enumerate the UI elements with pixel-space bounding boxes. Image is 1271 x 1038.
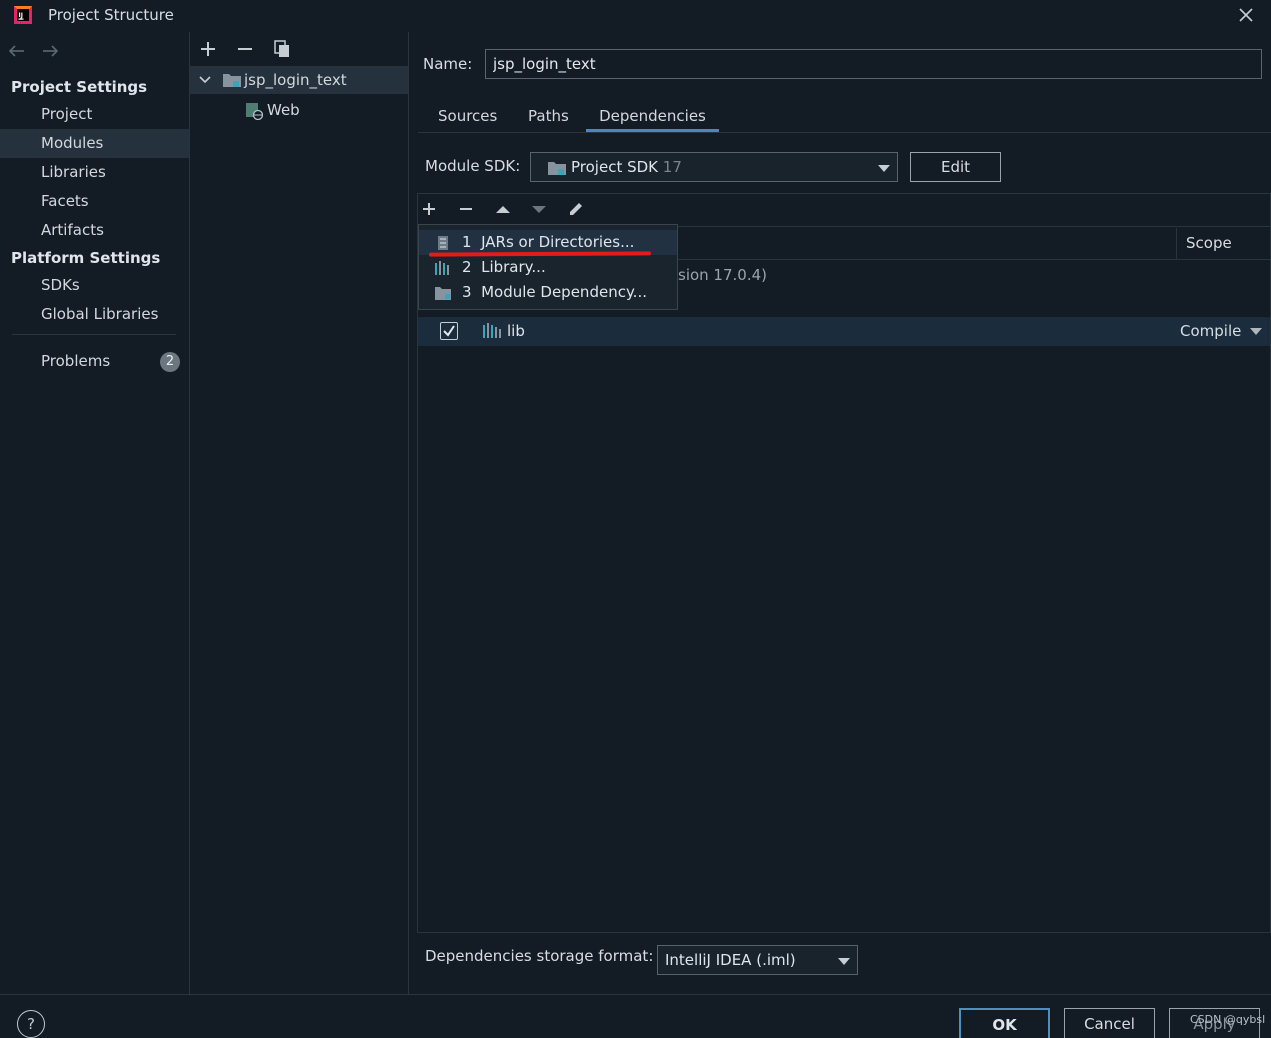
sidebar-item-global-libraries[interactable]: Global Libraries <box>0 300 189 329</box>
window-title: Project Structure <box>48 6 174 24</box>
chevron-down-icon[interactable] <box>199 75 211 85</box>
sidebar-item-modules[interactable]: Modules <box>0 129 189 158</box>
sidebar-item-artifacts[interactable]: Artifacts <box>0 216 189 245</box>
watermark: CSDN @qybsl <box>1190 1013 1266 1026</box>
edit-pencil-icon[interactable] <box>565 198 587 220</box>
chevron-down-icon <box>878 165 890 172</box>
tab-paths[interactable]: Paths <box>528 100 569 132</box>
help-button[interactable]: ? <box>17 1010 45 1038</box>
platform-settings-heading: Platform Settings <box>11 249 161 267</box>
edit-sdk-button[interactable]: Edit <box>910 152 1001 182</box>
back-arrow-icon[interactable] <box>6 40 28 62</box>
move-down-icon[interactable] <box>528 198 550 220</box>
sidebar-divider <box>189 32 190 994</box>
dependencies-toolbar <box>418 198 597 220</box>
add-icon[interactable] <box>197 38 219 60</box>
scope-chevron-down-icon[interactable] <box>1250 328 1262 335</box>
sidebar-item-problems[interactable]: Problems 2 <box>0 347 189 376</box>
svg-text:IJ: IJ <box>19 12 23 19</box>
library-icon <box>483 323 501 338</box>
dependency-scope-select[interactable]: Compile <box>1180 322 1241 340</box>
jar-icon <box>438 236 448 250</box>
remove-icon[interactable] <box>234 38 256 60</box>
sidebar-item-project[interactable]: Project <box>0 100 189 129</box>
module-sdk-label: Module SDK: <box>425 157 521 175</box>
sdk-dependency-row-text: sion 17.0.4) <box>678 266 767 284</box>
intellij-logo-icon: IJ <box>14 6 32 24</box>
remove-dependency-icon[interactable] <box>455 198 477 220</box>
footer-divider <box>0 994 1271 995</box>
popup-item-module-num: 3 <box>462 283 472 301</box>
copy-icon[interactable] <box>271 38 293 60</box>
problems-count-badge: 2 <box>160 352 180 372</box>
project-settings-heading: Project Settings <box>11 78 148 96</box>
storage-format-select[interactable]: IntelliJ IDEA (.iml) <box>657 945 858 975</box>
dependency-export-checkbox[interactable] <box>440 322 458 340</box>
sdk-name: Project SDK <box>571 158 658 176</box>
library-icon <box>435 261 449 275</box>
popup-item-jars-label: JARs or Directories... <box>481 233 635 251</box>
module-name-input[interactable] <box>485 49 1262 79</box>
tab-sources[interactable]: Sources <box>438 100 497 132</box>
tree-item-web[interactable]: Web <box>190 96 408 124</box>
popup-item-jars-num: 1 <box>462 233 472 251</box>
cancel-button[interactable]: Cancel <box>1064 1008 1155 1038</box>
checkmark-icon <box>443 325 455 337</box>
storage-format-value: IntelliJ IDEA (.iml) <box>665 951 796 969</box>
problems-label: Problems <box>41 352 111 370</box>
tree-item-module-label: jsp_login_text <box>244 71 347 89</box>
module-sdk-value: Project SDK 17 <box>571 158 682 176</box>
close-icon[interactable] <box>1237 6 1255 24</box>
popup-item-library-num: 2 <box>462 258 472 276</box>
popup-item-module-label: Module Dependency... <box>481 283 647 301</box>
title-bar: IJ Project Structure <box>0 0 1271 32</box>
add-dependency-popup: 1 JARs or Directories... 2 Library... 3 … <box>418 224 678 310</box>
dependency-row-lib[interactable] <box>418 317 1270 346</box>
move-up-icon[interactable] <box>492 198 514 220</box>
sidebar-separator <box>12 334 176 335</box>
name-label: Name: <box>423 55 473 73</box>
scope-column-separator <box>1176 228 1177 259</box>
tab-dependencies[interactable]: Dependencies <box>586 100 719 132</box>
popup-item-library-label: Library... <box>481 258 546 276</box>
module-sdk-select[interactable]: Project SDK 17 <box>530 152 898 182</box>
tabs-underline <box>418 132 1271 133</box>
scope-column-header: Scope <box>1186 234 1232 252</box>
popup-item-module-dependency[interactable]: 3 Module Dependency... <box>419 280 677 305</box>
add-dependency-icon[interactable] <box>418 198 440 220</box>
sdk-version: 17 <box>662 158 682 176</box>
tree-divider <box>408 32 409 994</box>
dependency-name: lib <box>507 322 525 340</box>
module-folder-icon <box>223 74 241 87</box>
module-folder-icon <box>435 287 451 300</box>
module-tree-toolbar <box>197 38 303 60</box>
popup-item-library[interactable]: 2 Library... <box>419 255 677 280</box>
tree-item-web-label: Web <box>267 101 300 119</box>
forward-arrow-icon[interactable] <box>39 40 61 62</box>
sidebar-item-libraries[interactable]: Libraries <box>0 158 189 187</box>
settings-sidebar: Project Settings Project Modules Librari… <box>0 74 189 329</box>
chevron-down-icon <box>838 958 850 965</box>
sidebar-item-facets[interactable]: Facets <box>0 187 189 216</box>
history-nav <box>6 40 67 62</box>
web-facet-icon <box>246 103 263 120</box>
sdk-folder-icon <box>548 162 566 175</box>
storage-format-label: Dependencies storage format: <box>425 947 654 965</box>
tree-item-module[interactable]: jsp_login_text <box>190 66 408 94</box>
sidebar-item-sdks[interactable]: SDKs <box>0 271 189 300</box>
ok-button[interactable]: OK <box>959 1008 1050 1038</box>
